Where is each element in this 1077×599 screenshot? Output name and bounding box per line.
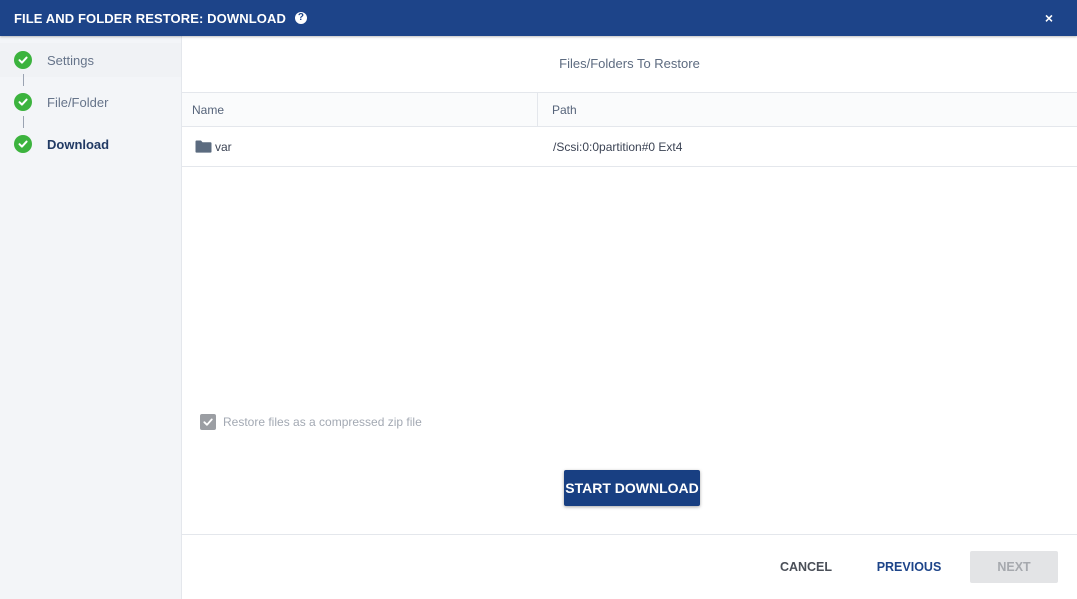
- close-icon[interactable]: ×: [1042, 10, 1056, 26]
- previous-button[interactable]: PREVIOUS: [869, 551, 949, 583]
- step-label: Download: [47, 136, 110, 152]
- zip-option: Restore files as a compressed zip file: [200, 414, 422, 430]
- dialog-title-bar: FILE AND FOLDER RESTORE: DOWNLOAD ? ×: [0, 0, 1077, 36]
- check-circle-icon: [14, 51, 32, 69]
- folder-icon: [195, 140, 212, 153]
- section-title: Files/Folders To Restore: [559, 56, 700, 71]
- cell-path: /Scsi:0:0partition#0 Ext4: [553, 139, 683, 154]
- cancel-button[interactable]: CANCEL: [770, 551, 842, 583]
- dialog-title: FILE AND FOLDER RESTORE: DOWNLOAD: [14, 10, 286, 26]
- file-name: var: [215, 139, 232, 154]
- next-button[interactable]: NEXT: [970, 551, 1058, 583]
- check-circle-icon: [14, 135, 32, 153]
- table-row[interactable]: var /Scsi:0:0partition#0 Ext4: [182, 127, 1077, 167]
- step-file-folder[interactable]: File/Folder: [0, 85, 181, 119]
- wizard-steps-sidebar: Settings File/Folder Download: [0, 36, 182, 599]
- zip-checkbox[interactable]: [200, 414, 216, 430]
- column-header-path[interactable]: Path: [538, 93, 577, 126]
- step-download[interactable]: Download: [0, 127, 181, 161]
- column-header-name[interactable]: Name: [182, 93, 538, 126]
- zip-option-label: Restore files as a compressed zip file: [223, 415, 422, 429]
- cell-name: var: [195, 127, 232, 166]
- step-label: Settings: [47, 52, 94, 68]
- check-circle-icon: [14, 93, 32, 111]
- help-icon[interactable]: ?: [294, 12, 307, 24]
- step-settings[interactable]: Settings: [0, 43, 181, 77]
- start-download-button[interactable]: START DOWNLOAD: [564, 470, 700, 506]
- main-content: Files/Folders To Restore Name Path var /…: [182, 36, 1077, 599]
- dialog-footer: CANCEL PREVIOUS NEXT: [182, 534, 1077, 599]
- step-label: File/Folder: [47, 94, 109, 110]
- table-header: Name Path: [182, 92, 1077, 127]
